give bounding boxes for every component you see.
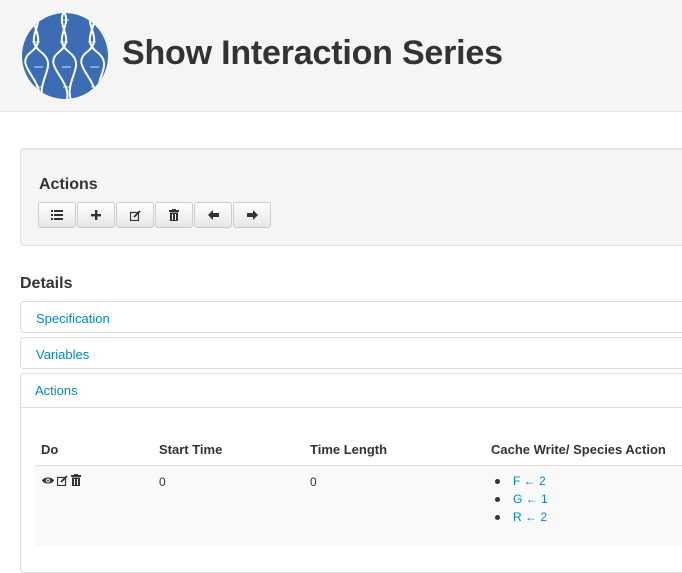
time-length-cell: 0: [310, 475, 317, 489]
edit-icon[interactable]: [57, 474, 68, 486]
list-item: G ← 1: [491, 492, 548, 510]
trash-icon[interactable]: [71, 474, 81, 486]
trash-icon: [169, 209, 179, 221]
arrow-left-icon: [207, 210, 219, 220]
next-button[interactable]: [233, 202, 271, 228]
edit-button[interactable]: [116, 202, 154, 228]
action-button-group: [38, 202, 272, 228]
list-item: F ← 2: [491, 474, 548, 492]
list-icon: [51, 210, 63, 220]
details-title: Details: [20, 275, 73, 292]
actions-link[interactable]: Actions: [35, 383, 78, 398]
panel-variables: Variables: [20, 337, 682, 369]
actions-well: Actions: [20, 148, 682, 246]
list-item: R ← 2: [491, 510, 548, 528]
row-action-icons: [42, 474, 84, 486]
panel-actions-header: Actions: [21, 374, 682, 408]
actions-title: Actions: [39, 176, 98, 193]
cache-write-list: F ← 2 G ← 1 R ← 2: [491, 474, 548, 528]
delete-button[interactable]: [155, 202, 193, 228]
cache-write-link-g[interactable]: G ← 1: [513, 492, 548, 506]
column-header-time-length: Time Length: [310, 442, 388, 457]
column-header-cache-write: Cache Write/ Species Action: [491, 442, 666, 457]
cache-write-link-r[interactable]: R ← 2: [513, 510, 547, 524]
arrow-right-icon: [246, 210, 258, 220]
cache-write-link-f[interactable]: F ← 2: [513, 474, 546, 488]
edit-icon: [129, 209, 141, 221]
panel-specification: Specification: [20, 301, 682, 333]
variables-link[interactable]: Variables: [36, 347, 89, 362]
previous-button[interactable]: [194, 202, 232, 228]
start-time-cell: 0: [159, 475, 166, 489]
column-header-do: Do: [41, 442, 59, 457]
page-header: Show Interaction Series: [0, 0, 682, 112]
list-button[interactable]: [38, 202, 76, 228]
dna-helix-logo: [22, 13, 108, 99]
table-row: [35, 466, 682, 546]
page-title: Show Interaction Series: [122, 34, 503, 72]
plus-icon: [91, 210, 101, 220]
column-header-start-time: Start Time: [159, 442, 223, 457]
add-button[interactable]: [77, 202, 115, 228]
specification-link[interactable]: Specification: [36, 311, 110, 326]
eye-icon[interactable]: [42, 476, 54, 485]
